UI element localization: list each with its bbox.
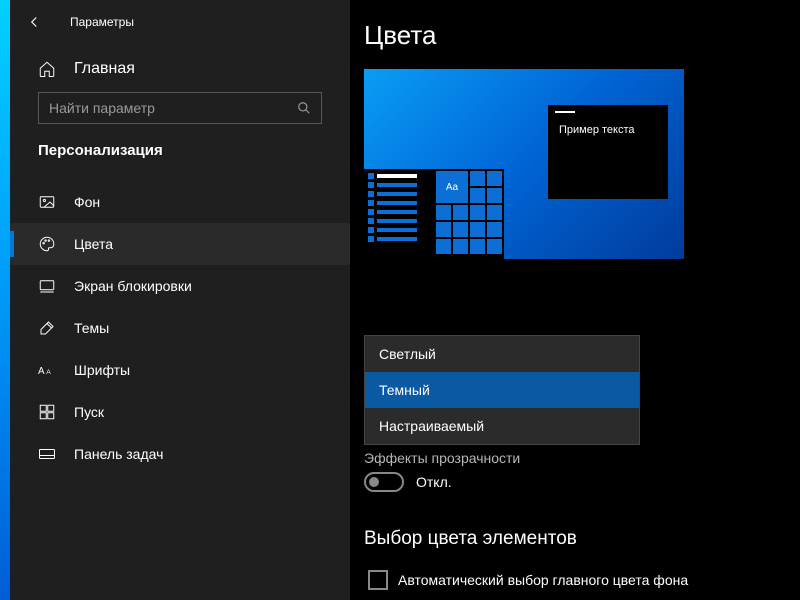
sidebar-item-label: Шрифты: [74, 362, 130, 378]
page-title: Цвета: [364, 20, 770, 51]
taskbar-icon: [38, 445, 56, 463]
dropdown-option-dark[interactable]: Темный: [365, 372, 639, 408]
picture-icon: [38, 193, 56, 211]
dropdown-option-light[interactable]: Светлый: [365, 336, 639, 372]
transparency-toggle-row: Откл.: [364, 472, 452, 492]
search-placeholder: Найти параметр: [49, 100, 155, 116]
window-accent-strip: [0, 0, 10, 600]
dropdown-option-custom[interactable]: Настраиваемый: [365, 408, 639, 444]
sidebar-item-label: Панель задач: [74, 446, 163, 462]
preview-start-list: [364, 169, 434, 259]
sidebar-item-colors[interactable]: Цвета: [10, 223, 350, 265]
color-mode-dropdown[interactable]: Светлый Темный Настраиваемый: [364, 335, 640, 445]
sidebar-item-label: Пуск: [74, 404, 104, 420]
sidebar-header: Параметры: [10, 0, 350, 50]
search-wrap: Найти параметр: [10, 92, 350, 142]
section-label: Персонализация: [10, 142, 350, 181]
color-preview: Пример текста Aa: [364, 69, 684, 259]
lockscreen-icon: [38, 277, 56, 295]
auto-accent-row: Автоматический выбор главного цвета фона: [368, 570, 688, 590]
settings-sidebar: Параметры Главная Найти параметр Персона…: [10, 0, 350, 600]
sidebar-item-label: Темы: [74, 320, 109, 336]
preview-start-tiles: Aa: [434, 169, 504, 259]
sidebar-item-fonts[interactable]: AA Шрифты: [10, 349, 350, 391]
sidebar-item-taskbar[interactable]: Панель задач: [10, 433, 350, 475]
start-icon: [38, 403, 56, 421]
sidebar-item-themes[interactable]: Темы: [10, 307, 350, 349]
sidebar-item-background[interactable]: Фон: [10, 181, 350, 223]
auto-accent-label: Автоматический выбор главного цвета фона: [398, 572, 688, 588]
transparency-toggle[interactable]: [364, 472, 404, 492]
fonts-icon: AA: [38, 361, 56, 379]
themes-icon: [38, 319, 56, 337]
sidebar-item-label: Фон: [74, 194, 100, 210]
svg-text:A: A: [46, 369, 51, 376]
search-input[interactable]: Найти параметр: [38, 92, 322, 124]
preview-taskbar: Aa: [364, 169, 684, 259]
home-nav-item[interactable]: Главная: [10, 50, 350, 92]
sidebar-nav: Фон Цвета Экран блокировки Темы AA Шрифт…: [10, 181, 350, 475]
palette-icon: [38, 235, 56, 253]
app-title: Параметры: [70, 15, 134, 29]
arrow-left-icon: [25, 13, 43, 31]
toggle-knob: [369, 477, 379, 487]
accent-section-heading: Выбор цвета элементов: [364, 528, 577, 550]
sidebar-item-lockscreen[interactable]: Экран блокировки: [10, 265, 350, 307]
sidebar-item-label: Цвета: [74, 236, 113, 252]
home-label: Главная: [74, 60, 135, 78]
home-icon: [38, 60, 56, 78]
sidebar-item-label: Экран блокировки: [74, 278, 192, 294]
svg-text:A: A: [38, 366, 45, 377]
back-button[interactable]: [24, 12, 44, 32]
transparency-heading-partial: Эффекты прозрачности: [364, 450, 520, 466]
auto-accent-checkbox[interactable]: [368, 570, 388, 590]
content-pane: Цвета Пример текста Aa: [350, 0, 800, 600]
sidebar-item-start[interactable]: Пуск: [10, 391, 350, 433]
preview-tile-aa: Aa: [436, 171, 468, 203]
preview-window-accent-bar: [555, 111, 575, 113]
search-icon: [297, 101, 311, 115]
transparency-state-label: Откл.: [416, 474, 452, 490]
